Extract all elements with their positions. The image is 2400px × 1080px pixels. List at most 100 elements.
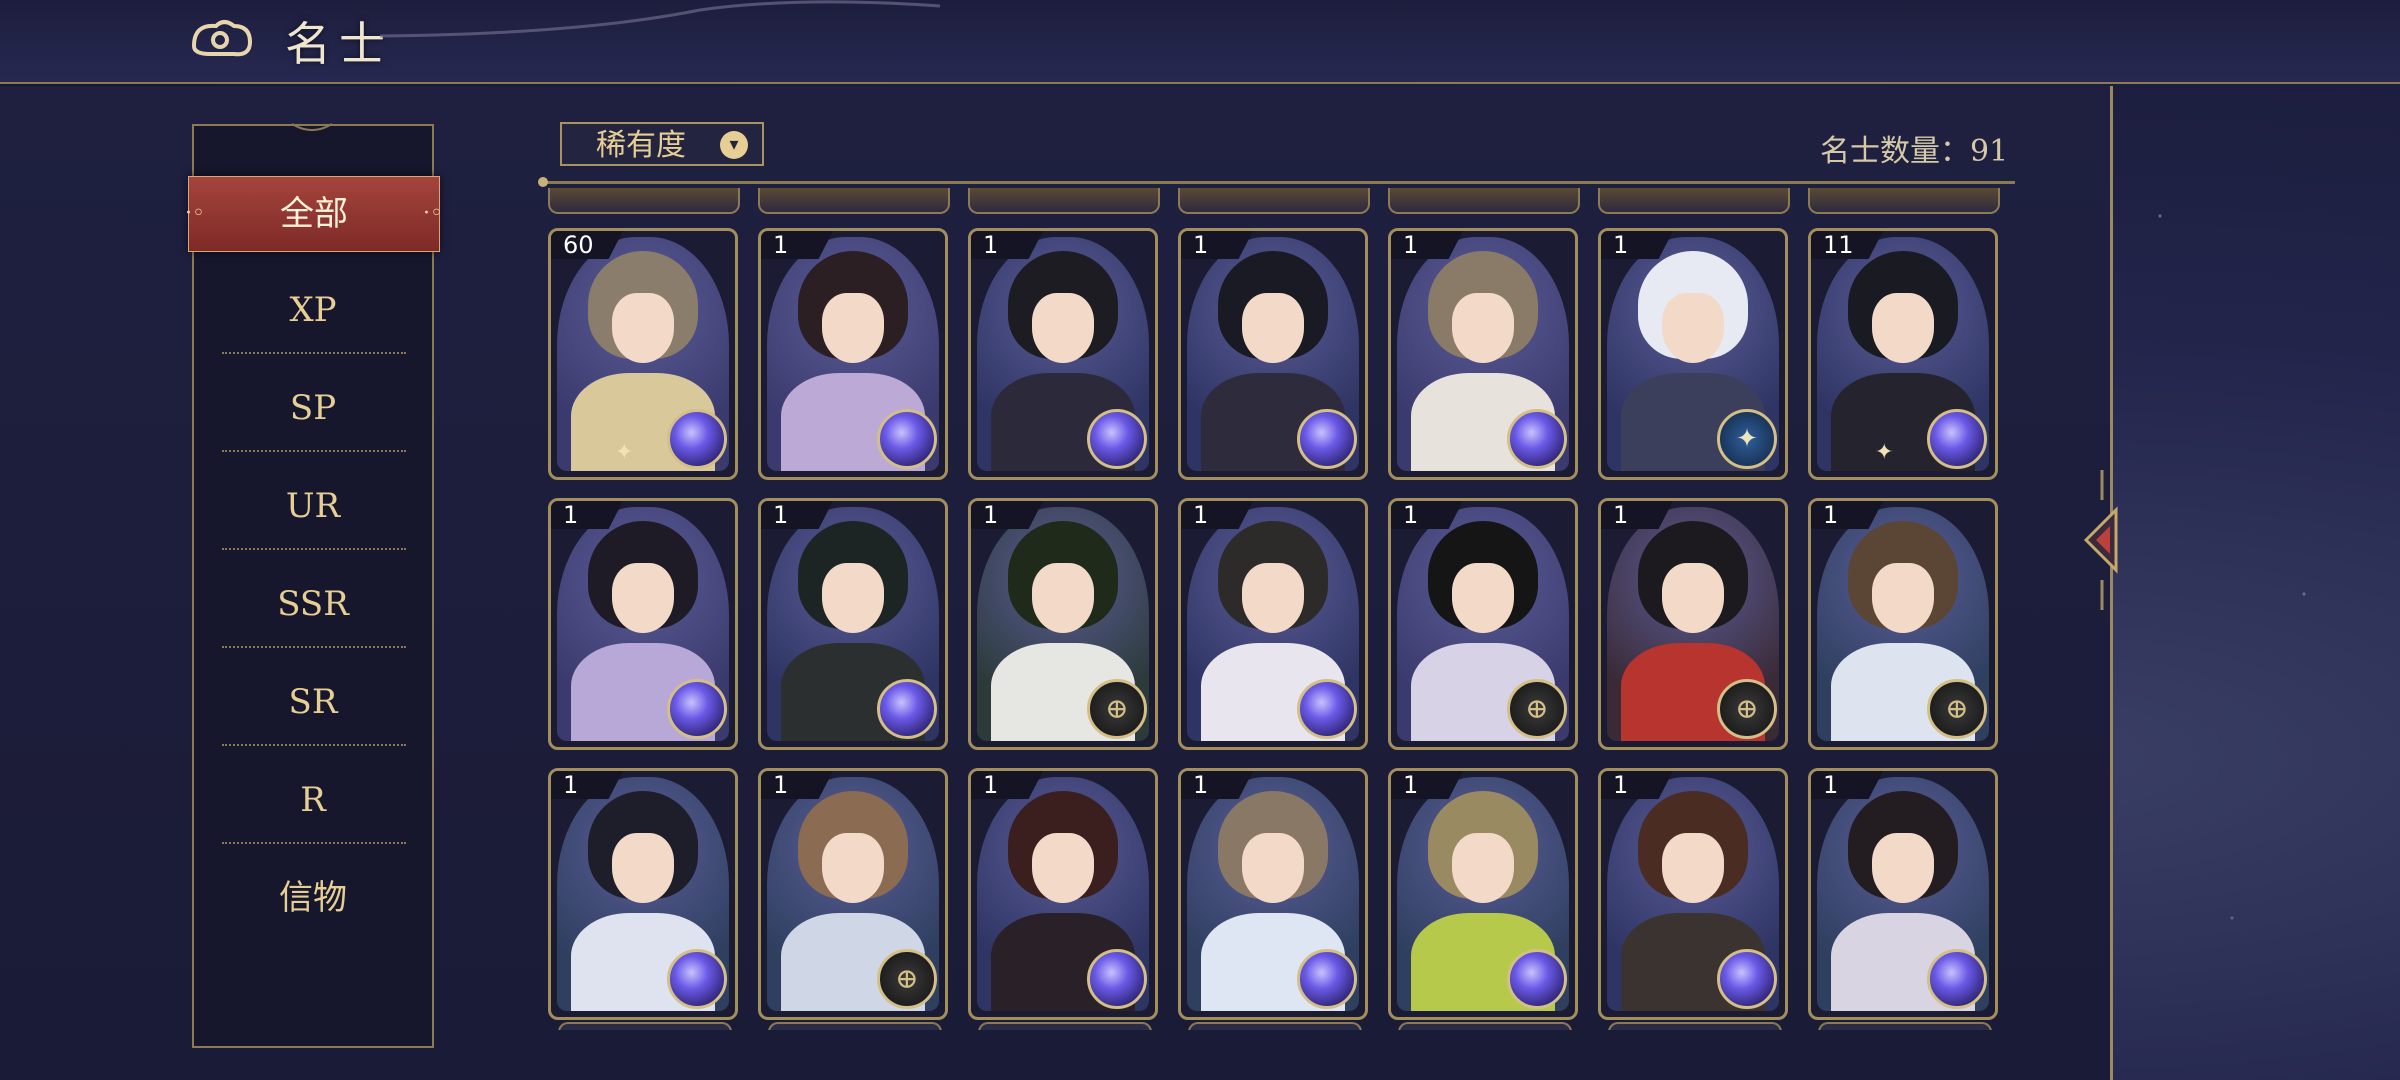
sidebar-item-sp[interactable]: SP	[194, 376, 432, 440]
sparkle-star-icon: ✦	[1875, 440, 1894, 465]
sidebar-item-token[interactable]: 信物	[194, 866, 432, 930]
partial-card[interactable]	[1188, 1022, 1362, 1030]
portrait-face	[1242, 293, 1304, 364]
character-card[interactable]: 1	[1598, 498, 1788, 750]
portrait-face	[822, 293, 884, 364]
portrait-face	[1452, 563, 1514, 634]
compass-icon	[1507, 679, 1567, 739]
compass-icon	[877, 949, 937, 1009]
partial-card[interactable]	[1388, 188, 1580, 214]
character-card[interactable]: 1	[1178, 228, 1368, 480]
portrait-face	[1452, 833, 1514, 904]
character-card[interactable]: 11 ✦	[1808, 228, 1998, 480]
character-card[interactable]: 1	[758, 498, 948, 750]
compass-icon	[1927, 679, 1987, 739]
portrait-face	[1452, 293, 1514, 364]
character-card[interactable]: 1	[548, 498, 738, 750]
portrait-face	[822, 563, 884, 634]
compass-icon	[1087, 679, 1147, 739]
seal-icon	[1717, 409, 1777, 469]
character-count-value: 91	[1970, 134, 2009, 169]
title-decoration	[380, 0, 940, 38]
rarity-filter-label: 稀有度	[596, 128, 686, 163]
partial-card[interactable]	[1398, 1022, 1572, 1030]
portrait-face	[1032, 833, 1094, 904]
orb-icon	[877, 409, 937, 469]
character-card[interactable]: 1	[968, 768, 1158, 1020]
sidebar-divider	[222, 842, 406, 844]
sidebar-item-xp[interactable]: XP	[194, 278, 432, 342]
portrait-face	[1032, 563, 1094, 634]
partial-card[interactable]	[548, 188, 740, 214]
header-divider-ornament	[538, 177, 548, 187]
orb-icon	[1087, 409, 1147, 469]
portrait-face	[612, 563, 674, 634]
orb-icon	[877, 679, 937, 739]
partial-card[interactable]	[1608, 1022, 1782, 1030]
portrait-face	[1662, 293, 1724, 364]
orb-icon	[667, 409, 727, 469]
character-card[interactable]: 1	[1388, 768, 1578, 1020]
partial-card[interactable]	[758, 188, 950, 214]
partial-row-top	[548, 188, 2018, 214]
sidebar-item-all[interactable]: 全部	[185, 176, 443, 252]
partial-card[interactable]	[968, 188, 1160, 214]
orb-icon	[1507, 949, 1567, 1009]
sidebar-divider	[222, 646, 406, 648]
partial-card[interactable]	[1178, 188, 1370, 214]
character-card[interactable]: 60 ✦	[548, 228, 738, 480]
character-card[interactable]: 1	[1598, 768, 1788, 1020]
partial-card[interactable]	[978, 1022, 1152, 1030]
partial-card[interactable]	[768, 1022, 942, 1030]
character-card[interactable]: 1	[1178, 768, 1368, 1020]
compass-icon	[1717, 679, 1777, 739]
character-count: 名士数量：91	[1820, 126, 2008, 170]
collapse-arrow-icon[interactable]	[2080, 470, 2124, 610]
orb-icon	[1717, 949, 1777, 1009]
orb-icon	[1087, 949, 1147, 1009]
top-bar: 名士	[0, 0, 2400, 84]
rarity-filter-dropdown[interactable]: 稀有度 ▾	[560, 122, 764, 166]
sidebar-item-r[interactable]: R	[194, 768, 432, 832]
sidebar-item-ur[interactable]: UR	[194, 474, 432, 538]
portrait-face	[1872, 833, 1934, 904]
portrait-face	[1032, 293, 1094, 364]
sidebar-divider	[222, 548, 406, 550]
portrait-face	[1662, 833, 1724, 904]
orb-icon	[1297, 679, 1357, 739]
page-title: 名士	[285, 17, 393, 71]
character-card[interactable]: 1	[758, 228, 948, 480]
orb-icon	[1297, 949, 1357, 1009]
partial-card[interactable]	[1818, 1022, 1992, 1030]
partial-card[interactable]	[1598, 188, 1790, 214]
orb-icon	[667, 679, 727, 739]
character-card[interactable]: 1	[1808, 768, 1998, 1020]
header-divider	[545, 181, 2015, 184]
partial-card[interactable]	[558, 1022, 732, 1030]
portrait-face	[1662, 563, 1724, 634]
character-card[interactable]: 1	[1178, 498, 1368, 750]
character-card[interactable]: 1	[1808, 498, 1998, 750]
character-card[interactable]: 1	[548, 768, 738, 1020]
character-card[interactable]: 1	[1388, 228, 1578, 480]
sidebar-item-sr[interactable]: SR	[194, 670, 432, 734]
character-count-label: 名士数量：	[1820, 134, 1970, 169]
character-card[interactable]: 1	[1598, 228, 1788, 480]
portrait-face	[1872, 293, 1934, 364]
sidebar-divider	[222, 450, 406, 452]
portrait-face	[1872, 563, 1934, 634]
portrait-face	[1242, 563, 1304, 634]
cloud-emblem-icon	[191, 20, 253, 57]
orb-icon	[1297, 409, 1357, 469]
character-card[interactable]: 1	[968, 498, 1158, 750]
partial-card[interactable]	[1808, 188, 2000, 214]
character-card[interactable]: 1	[968, 228, 1158, 480]
character-card[interactable]: 1	[758, 768, 948, 1020]
portrait-face	[612, 833, 674, 904]
character-card[interactable]: 1	[1388, 498, 1578, 750]
portrait-face	[612, 293, 674, 364]
sidebar-item-ssr[interactable]: SSR	[194, 572, 432, 636]
chevron-down-icon: ▾	[720, 131, 748, 159]
portrait-face	[822, 833, 884, 904]
orb-icon	[1927, 949, 1987, 1009]
